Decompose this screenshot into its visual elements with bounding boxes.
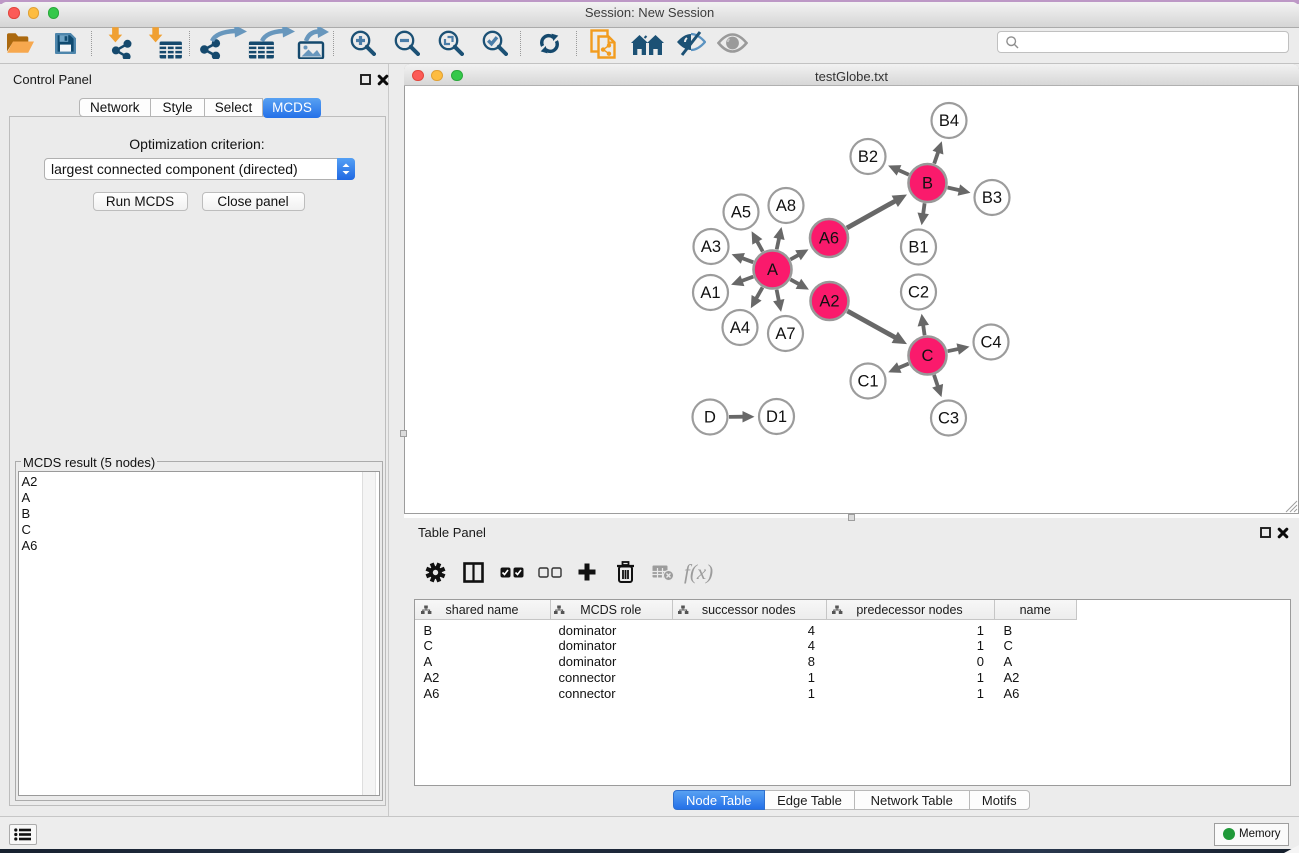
svg-text:A7: A7: [775, 325, 795, 343]
svg-text:D1: D1: [766, 408, 787, 426]
svg-text:A2: A2: [819, 293, 839, 311]
svg-text:A: A: [767, 261, 778, 279]
svg-text:C: C: [922, 347, 934, 365]
svg-text:A3: A3: [701, 238, 721, 256]
svg-text:B: B: [922, 175, 933, 193]
svg-text:B2: B2: [858, 148, 878, 166]
svg-text:A4: A4: [730, 319, 750, 337]
svg-text:C1: C1: [857, 373, 878, 391]
svg-text:A1: A1: [700, 284, 720, 302]
svg-text:A5: A5: [731, 204, 751, 222]
svg-text:C2: C2: [908, 284, 929, 302]
svg-text:A8: A8: [776, 197, 796, 215]
svg-text:B3: B3: [982, 189, 1002, 207]
svg-text:C4: C4: [980, 334, 1001, 352]
svg-text:A6: A6: [819, 230, 839, 248]
svg-text:B1: B1: [908, 239, 928, 257]
svg-text:B4: B4: [939, 112, 959, 130]
svg-text:C3: C3: [938, 410, 959, 428]
svg-text:D: D: [704, 409, 716, 427]
